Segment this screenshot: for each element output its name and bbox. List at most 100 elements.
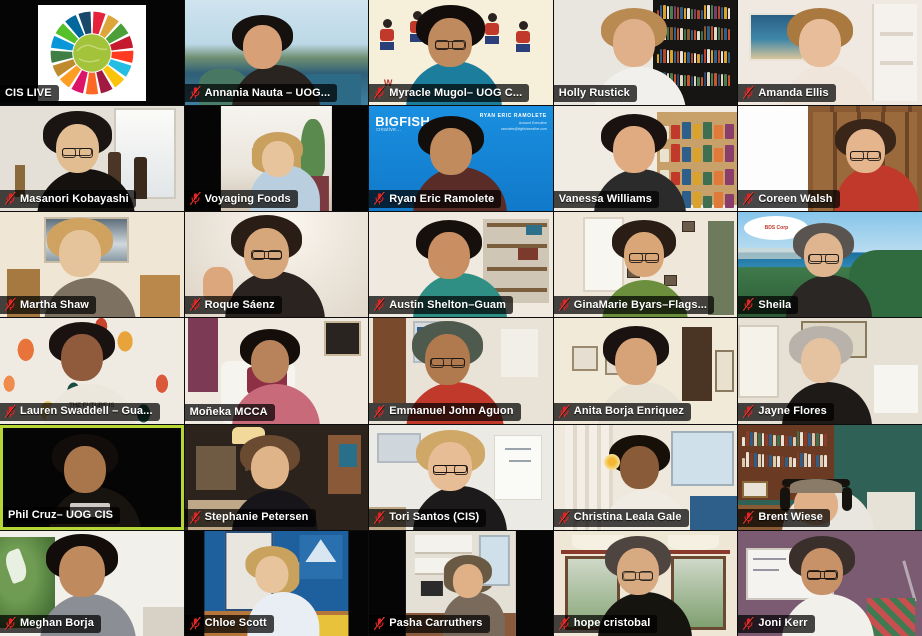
participant-tile[interactable]: Joni Kerr xyxy=(738,531,922,636)
participant-tile[interactable]: Jayne Flores xyxy=(738,318,922,423)
participant-tile[interactable]: Roque Sáenz xyxy=(185,212,369,317)
participant-name: Coreen Walsh xyxy=(758,193,832,205)
participant-name: CIS LIVE xyxy=(5,87,52,99)
participant-name: Ryan Eric Ramolete xyxy=(389,193,494,205)
mic-muted-icon xyxy=(743,511,754,524)
participant-tile[interactable]: Voyaging Foods xyxy=(185,106,369,211)
mic-muted-icon xyxy=(743,192,754,205)
mic-muted-icon xyxy=(743,405,754,418)
participant-tile[interactable]: THE FUTURE IS Lauren Swaddell – Gua... xyxy=(0,318,184,423)
participant-tile[interactable]: Tori Santos (CIS) xyxy=(369,425,553,530)
mic-muted-icon xyxy=(5,617,16,630)
mic-muted-icon xyxy=(559,405,570,418)
participant-name: Tori Santos (CIS) xyxy=(389,511,479,523)
participant-name: Brent Wiese xyxy=(758,511,823,523)
participant-tile[interactable]: Pasha Carruthers xyxy=(369,531,553,636)
mic-muted-icon xyxy=(374,298,385,311)
participant-nameplate: Sheila xyxy=(738,296,798,314)
participant-name: Joni Kerr xyxy=(758,617,807,629)
mic-muted-icon xyxy=(190,617,201,630)
mic-muted-icon xyxy=(190,86,201,99)
participant-tile[interactable]: hope cristobal xyxy=(554,531,738,636)
participant-tile[interactable]: Coreen Walsh xyxy=(738,106,922,211)
participant-tile[interactable]: Vanessa Williams xyxy=(554,106,738,211)
participant-nameplate: Coreen Walsh xyxy=(738,190,839,208)
participant-nameplate: Ryan Eric Ramolete xyxy=(369,190,501,208)
mic-muted-icon xyxy=(190,298,201,311)
participant-tile[interactable]: Martha Shaw xyxy=(0,212,184,317)
participant-tile[interactable]: Annania Nauta – UOG... xyxy=(185,0,369,105)
mic-muted-icon xyxy=(5,405,16,418)
participant-nameplate: CIS LIVE xyxy=(0,85,59,102)
mic-muted-icon xyxy=(190,192,201,205)
participant-nameplate: Joni Kerr xyxy=(738,615,814,633)
participant-name: Moñeka MCCA xyxy=(190,406,268,418)
participant-name: Phil Cruz– UOG CIS xyxy=(8,509,113,521)
participant-nameplate: Annania Nauta – UOG... xyxy=(185,84,338,102)
participant-tile[interactable]: BIGFISH creative... RYAN ERIC RAMOLETE Ac… xyxy=(369,106,553,211)
participant-tile[interactable]: Amanda Ellis xyxy=(738,0,922,105)
participant-name: Stephanie Petersen xyxy=(205,511,309,523)
participant-tile[interactable]: Holly Rustick xyxy=(554,0,738,105)
participant-tile[interactable]: Moñeka MCCA xyxy=(185,318,369,423)
participant-name: Amanda Ellis xyxy=(758,87,828,99)
participant-nameplate: Phil Cruz– UOG CIS xyxy=(3,507,120,524)
participant-tile[interactable]: Brent Wiese xyxy=(738,425,922,530)
participant-name: Emmanuel John Aguon xyxy=(389,405,513,417)
sdg-wheel-icon xyxy=(45,6,139,100)
participant-tile[interactable]: Meghan Borja xyxy=(0,531,184,636)
mic-muted-icon xyxy=(190,511,201,524)
participant-nameplate: Holly Rustick xyxy=(554,85,637,102)
mic-muted-icon xyxy=(743,298,754,311)
participant-tile[interactable]: W Myracle Mugol– UOG C... xyxy=(369,0,553,105)
participant-nameplate: Roque Sáenz xyxy=(185,296,282,314)
participant-name: Jayne Flores xyxy=(758,405,826,417)
participant-name: Vanessa Williams xyxy=(559,193,652,205)
participant-nameplate: Austin Shelton–Guam xyxy=(369,296,513,314)
participant-name: Roque Sáenz xyxy=(205,299,275,311)
mic-muted-icon xyxy=(374,192,385,205)
participant-tile[interactable]: Masanori Kobayashi xyxy=(0,106,184,211)
participant-nameplate: Stephanie Petersen xyxy=(185,509,316,527)
participant-nameplate: hope cristobal xyxy=(554,615,658,633)
participant-name: Holly Rustick xyxy=(559,87,630,99)
participant-name: hope cristobal xyxy=(574,617,651,629)
participant-nameplate: Moñeka MCCA xyxy=(185,404,275,421)
mic-muted-icon xyxy=(5,192,16,205)
mic-muted-icon xyxy=(743,86,754,99)
mic-muted-icon xyxy=(743,617,754,630)
participant-nameplate: Christina Leala Gale xyxy=(554,509,689,527)
mic-muted-icon xyxy=(374,86,385,99)
participant-tile[interactable]: GinaMarie Byars–Flags... xyxy=(554,212,738,317)
zoom-gallery-grid: CIS LIVE Annania Nauta – UOG... Myracle … xyxy=(0,0,922,636)
participant-name: Austin Shelton–Guam xyxy=(389,299,506,311)
mic-muted-icon xyxy=(559,511,570,524)
participant-name: Myracle Mugol– UOG C... xyxy=(389,87,522,99)
mic-muted-icon xyxy=(374,405,385,418)
participant-name: Lauren Swaddell – Gua... xyxy=(20,405,153,417)
participant-name: Voyaging Foods xyxy=(205,193,291,205)
participant-tile[interactable]: Chloe Scott xyxy=(185,531,369,636)
participant-tile[interactable]: Austin Shelton–Guam xyxy=(369,212,553,317)
participant-nameplate: Brent Wiese xyxy=(738,509,830,527)
participant-tile[interactable]: Christina Leala Gale xyxy=(554,425,738,530)
participant-name: Chloe Scott xyxy=(205,617,267,629)
participant-nameplate: Martha Shaw xyxy=(0,296,96,314)
participant-nameplate: Tori Santos (CIS) xyxy=(369,509,486,527)
participant-tile[interactable]: Anita Borja Enriquez xyxy=(554,318,738,423)
participant-nameplate: Anita Borja Enriquez xyxy=(554,403,691,421)
participant-tile[interactable]: Phil Cruz– UOG CIS xyxy=(0,425,184,530)
participant-name: Martha Shaw xyxy=(20,299,89,311)
participant-tile[interactable]: Stephanie Petersen xyxy=(185,425,369,530)
mic-muted-icon xyxy=(559,617,570,630)
participant-tile[interactable]: Emmanuel John Aguon xyxy=(369,318,553,423)
participant-name: Annania Nauta – UOG... xyxy=(205,87,331,99)
participant-nameplate: Emmanuel John Aguon xyxy=(369,403,520,421)
participant-tile[interactable]: CIS LIVE xyxy=(0,0,184,105)
participant-name: Sheila xyxy=(758,299,791,311)
mic-muted-icon xyxy=(374,617,385,630)
participant-nameplate: Voyaging Foods xyxy=(185,190,298,208)
participant-name: Meghan Borja xyxy=(20,617,94,629)
participant-tile[interactable]: BDS Corp Sheila xyxy=(738,212,922,317)
participant-nameplate: Chloe Scott xyxy=(185,615,274,633)
